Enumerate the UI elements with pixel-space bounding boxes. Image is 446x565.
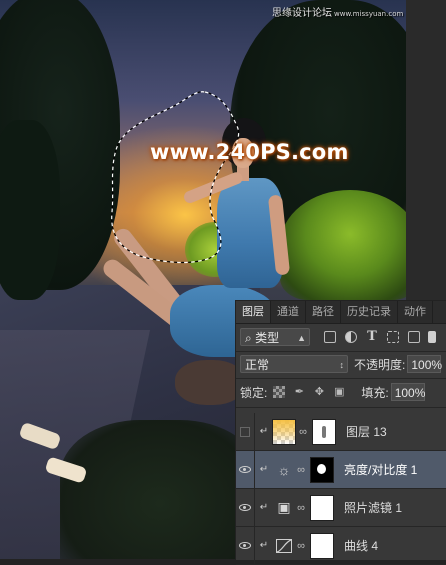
filter-toggle[interactable] — [428, 331, 436, 343]
lock-label: 锁定: — [240, 385, 268, 400]
layer-mask-thumbnail[interactable] — [310, 494, 334, 521]
canvas-edge — [406, 0, 446, 300]
lock-fill-row: 锁定: ✒ ✥ ▣ 填充: 100% — [236, 381, 446, 403]
layer-mask-thumbnail[interactable] — [312, 418, 336, 445]
blend-opacity-row: 正常 ↕ 不透明度: 100% — [236, 353, 446, 375]
link-icon[interactable]: ∞ — [298, 426, 308, 438]
layers-panel: 图层 通道 路径 历史记录 动作 ⌕ 类型 ▲︎ T 正常 ↕ 不透明度: 10… — [235, 300, 446, 565]
divider — [236, 378, 446, 379]
text-filter-icon[interactable]: T — [366, 330, 378, 343]
visibility-toggle[interactable] — [236, 488, 255, 527]
filter-kind-label: 类型 — [255, 331, 280, 345]
layer-row-photo-filter-1[interactable]: ↵ ▣ ∞ 照片滤镜 1 — [236, 488, 446, 527]
lock-position-icon[interactable]: ✥ — [313, 386, 325, 398]
layer-mask-thumbnail[interactable] — [310, 456, 334, 483]
fill-input[interactable]: 100% — [390, 383, 425, 401]
panel-tabs: 图层 通道 路径 历史记录 动作 — [236, 301, 446, 324]
layer-row-brightness-contrast-1[interactable]: ↵ ☼ ∞ 亮度/对比度 1 — [236, 450, 446, 489]
layer-name[interactable]: 曲线 4 — [344, 537, 378, 554]
clipping-arrow-icon: ↵ — [259, 464, 269, 475]
tree-left-trunk — [0, 120, 60, 300]
chevron-down-icon: ▲︎ — [297, 333, 306, 343]
clipping-arrow-icon: ↵ — [259, 502, 269, 513]
opacity-input[interactable]: 100% — [407, 355, 442, 373]
site-watermark-name: 思缘设计论坛 — [272, 8, 332, 19]
smart-object-filter-icon[interactable] — [408, 331, 420, 343]
shrubs-right — [280, 190, 420, 300]
shape-filter-icon[interactable] — [387, 331, 399, 343]
layer-mask-thumbnail[interactable] — [310, 532, 334, 559]
layer-name[interactable]: 亮度/对比度 1 — [344, 461, 417, 478]
divider — [236, 351, 446, 352]
site-watermark: 思缘设计论坛 www.missyuan.com — [272, 4, 403, 19]
clipping-arrow-icon: ↵ — [259, 540, 269, 551]
visibility-toggle[interactable] — [236, 412, 255, 451]
opacity-label: 不透明度: — [354, 357, 406, 372]
eye-icon — [239, 466, 251, 473]
tab-channels[interactable]: 通道 — [271, 301, 306, 323]
layer-row-layer-13[interactable]: ↵ ∞ 图层 13 — [236, 412, 446, 451]
layer-filter-row: ⌕ 类型 ▲︎ T — [236, 326, 446, 348]
image-filter-icon[interactable] — [324, 331, 336, 343]
link-icon[interactable]: ∞ — [296, 540, 306, 552]
brightness-icon[interactable]: ☼ — [274, 460, 294, 480]
lock-transparent-icon[interactable] — [273, 386, 286, 398]
tab-actions[interactable]: 动作 — [398, 301, 433, 323]
link-icon[interactable]: ∞ — [296, 502, 306, 514]
lock-all-icon[interactable]: ▣ — [333, 386, 345, 398]
link-icon[interactable]: ∞ — [296, 464, 306, 476]
center-watermark: www.240PS.com — [150, 140, 349, 164]
blend-mode-select[interactable]: 正常 ↕ — [240, 355, 348, 373]
tab-history[interactable]: 历史记录 — [341, 301, 398, 323]
eye-icon — [239, 542, 251, 549]
layer-name[interactable]: 照片滤镜 1 — [344, 499, 402, 516]
eye-icon — [239, 504, 251, 511]
site-watermark-url: www.missyuan.com — [334, 10, 404, 18]
lock-pixels-icon[interactable]: ✒ — [293, 386, 305, 398]
adjustment-filter-icon[interactable] — [345, 331, 357, 343]
layer-name[interactable]: 图层 13 — [346, 423, 387, 440]
tab-layers[interactable]: 图层 — [236, 301, 271, 323]
divider — [236, 407, 446, 408]
blend-mode-value: 正常 — [245, 358, 270, 372]
visibility-toggle[interactable] — [236, 450, 255, 489]
tab-paths[interactable]: 路径 — [306, 301, 341, 323]
chevron-down-icon: ↕ — [339, 360, 345, 370]
visibility-off-icon — [240, 426, 250, 437]
search-icon: ⌕ — [245, 331, 252, 345]
clipping-arrow-icon: ↵ — [259, 426, 269, 437]
layer-thumbnail[interactable] — [272, 418, 296, 445]
filter-kind-select[interactable]: ⌕ 类型 ▲︎ — [240, 328, 310, 346]
grass-area — [60, 420, 260, 559]
fill-label: 填充: — [361, 385, 389, 400]
layer-row-curves-4[interactable]: ↵ ∞ 曲线 4 — [236, 526, 446, 565]
photo-filter-icon[interactable]: ▣ — [274, 498, 294, 518]
curves-icon[interactable] — [274, 536, 294, 556]
